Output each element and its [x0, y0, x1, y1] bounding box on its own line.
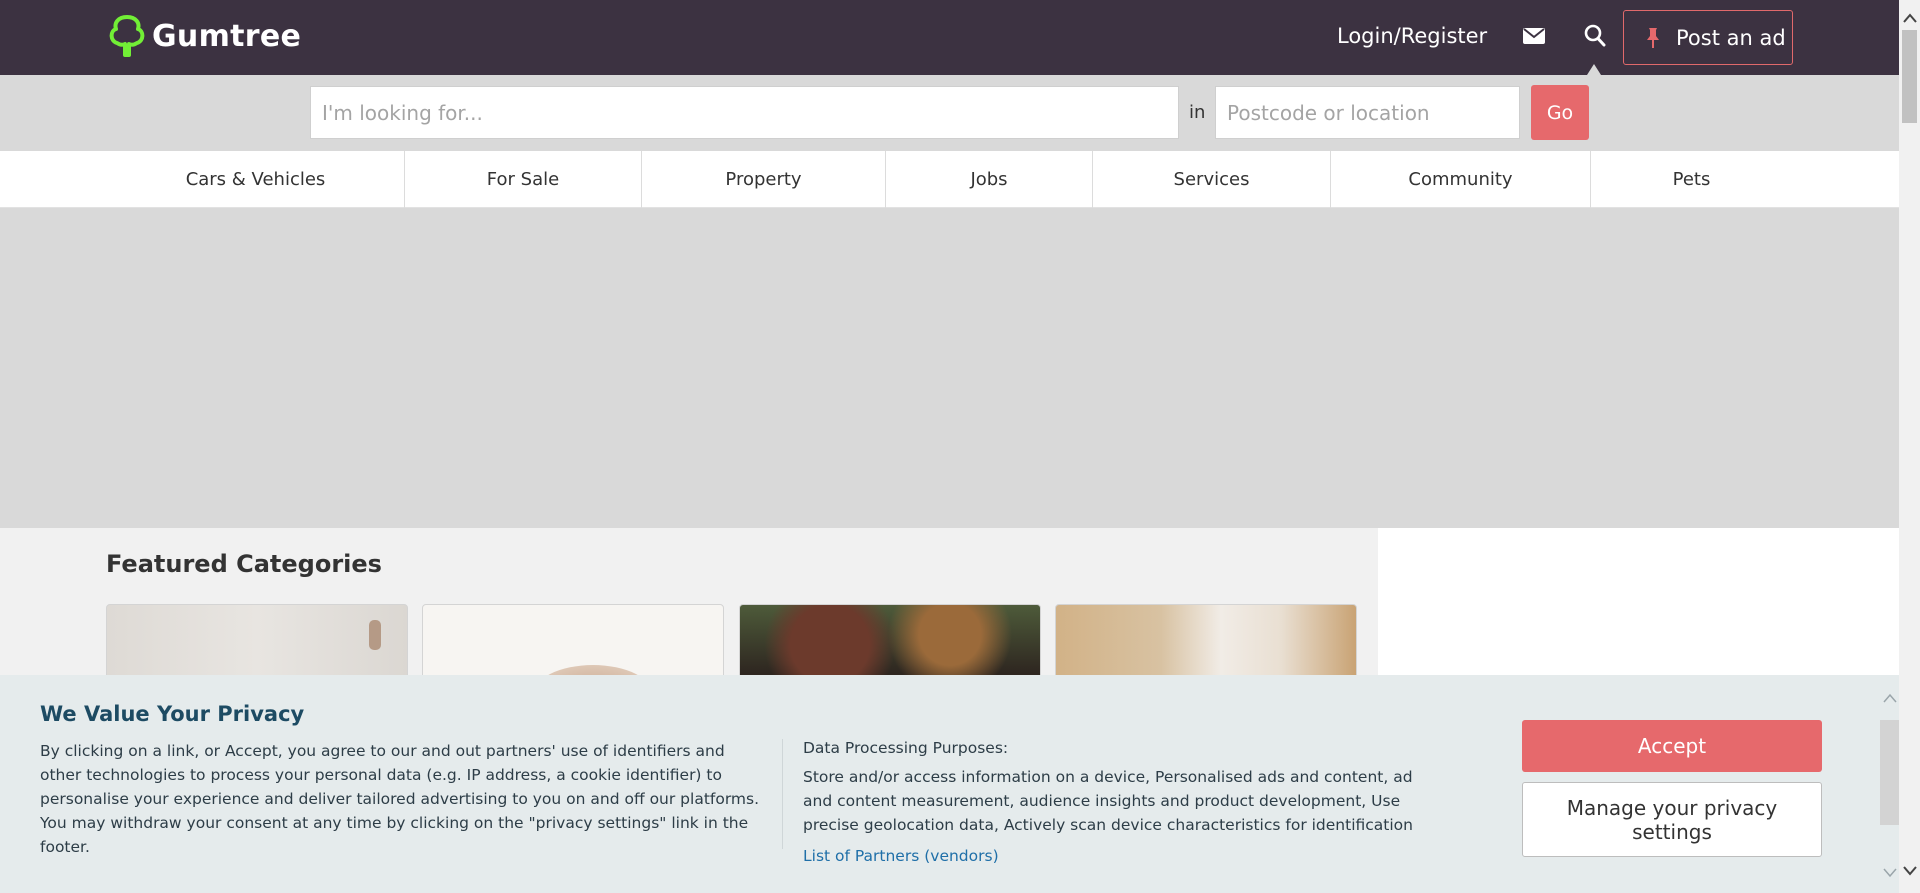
page-scrollbar-thumb[interactable] [1902, 30, 1917, 123]
category-nav: Cars & Vehicles For Sale Property Jobs S… [0, 151, 1899, 208]
in-label: in [1189, 102, 1206, 123]
list-of-partners-link[interactable]: List of Partners (vendors) [803, 847, 999, 865]
category-services[interactable]: Services [1093, 151, 1331, 208]
privacy-title: We Value Your Privacy [40, 702, 305, 726]
tree-logo-icon [109, 15, 145, 57]
page-scrollbar[interactable] [1899, 0, 1920, 893]
category-cars-vehicles[interactable]: Cars & Vehicles [107, 151, 405, 208]
ad-placeholder [0, 208, 1899, 528]
category-community[interactable]: Community [1331, 151, 1591, 208]
accept-button[interactable]: Accept [1522, 720, 1822, 772]
mail-icon[interactable] [1523, 28, 1545, 44]
logo-text: Gumtree [152, 18, 302, 54]
category-pets[interactable]: Pets [1591, 151, 1792, 208]
post-an-ad-button[interactable]: Post an ad [1623, 10, 1793, 65]
post-an-ad-label: Post an ad [1676, 25, 1786, 50]
location-input[interactable] [1215, 86, 1520, 139]
search-input[interactable] [310, 86, 1179, 139]
category-jobs[interactable]: Jobs [886, 151, 1093, 208]
search-bar: in Go [0, 75, 1899, 151]
privacy-banner: We Value Your Privacy By clicking on a l… [0, 675, 1899, 893]
search-caret [1587, 64, 1601, 75]
manage-privacy-settings-button[interactable]: Manage your privacy settings [1522, 782, 1822, 857]
data-processing-purposes-title: Data Processing Purposes: [803, 739, 1009, 757]
pin-icon [1647, 27, 1659, 48]
chevron-down-icon[interactable] [1902, 865, 1918, 877]
login-register-link[interactable]: Login/Register [1337, 24, 1487, 48]
privacy-body: By clicking on a link, or Accept, you ag… [40, 742, 760, 856]
featured-categories-title: Featured Categories [106, 550, 382, 578]
go-button[interactable]: Go [1531, 85, 1589, 140]
privacy-divider [782, 739, 783, 849]
top-header: Gumtree Login/Register Post an ad [0, 0, 1899, 75]
privacy-scrollbar-thumb[interactable] [1880, 720, 1899, 825]
data-processing-purposes-text: Store and/or access information on a dev… [803, 768, 1413, 834]
chevron-up-icon[interactable] [1883, 693, 1897, 703]
category-property[interactable]: Property [642, 151, 886, 208]
gumtree-logo[interactable]: Gumtree [108, 13, 301, 59]
chevron-down-icon[interactable] [1883, 868, 1897, 878]
category-for-sale[interactable]: For Sale [405, 151, 642, 208]
chevron-up-icon[interactable] [1902, 12, 1918, 24]
search-icon[interactable] [1584, 24, 1606, 48]
